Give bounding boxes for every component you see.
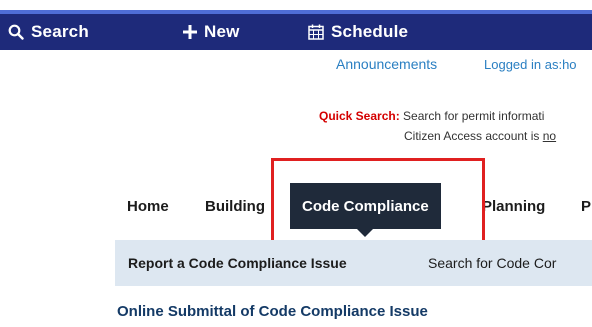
search-label: Search (31, 22, 89, 41)
quick-search-label: Quick Search: (319, 109, 400, 123)
announcements-link[interactable]: Announcements (336, 56, 437, 72)
top-navigation-bar: Search New Schedule (0, 10, 592, 50)
new-label: New (204, 22, 240, 41)
sub-navigation: Report a Code Compliance Issue Search fo… (115, 240, 592, 286)
account-note-text: Citizen Access account is (404, 129, 543, 143)
new-button[interactable]: New (183, 14, 240, 50)
quick-search-line: Quick Search: Search for permit informat… (319, 109, 544, 123)
tab-building[interactable]: Building (205, 183, 265, 229)
subnav-search-code[interactable]: Search for Code Cor (428, 240, 556, 286)
page-heading: Online Submittal of Code Compliance Issu… (117, 303, 428, 320)
highlight-box (271, 158, 485, 248)
tab-home[interactable]: Home (127, 183, 169, 229)
search-button[interactable]: Search (8, 14, 89, 50)
account-note-line: Citizen Access account is no (404, 129, 556, 143)
plus-icon (183, 25, 197, 39)
schedule-button[interactable]: Schedule (308, 14, 408, 50)
subnav-report-issue[interactable]: Report a Code Compliance Issue (128, 240, 347, 286)
quick-search-text: Search for permit informati (403, 109, 545, 123)
account-note-link[interactable]: no (543, 129, 556, 143)
tab-planning[interactable]: Planning (482, 183, 545, 229)
calendar-icon (308, 24, 324, 40)
search-icon (8, 24, 24, 40)
logged-in-link[interactable]: Logged in as:ho (484, 57, 577, 72)
tab-next-partial[interactable]: P (581, 183, 591, 229)
schedule-label: Schedule (331, 22, 409, 41)
